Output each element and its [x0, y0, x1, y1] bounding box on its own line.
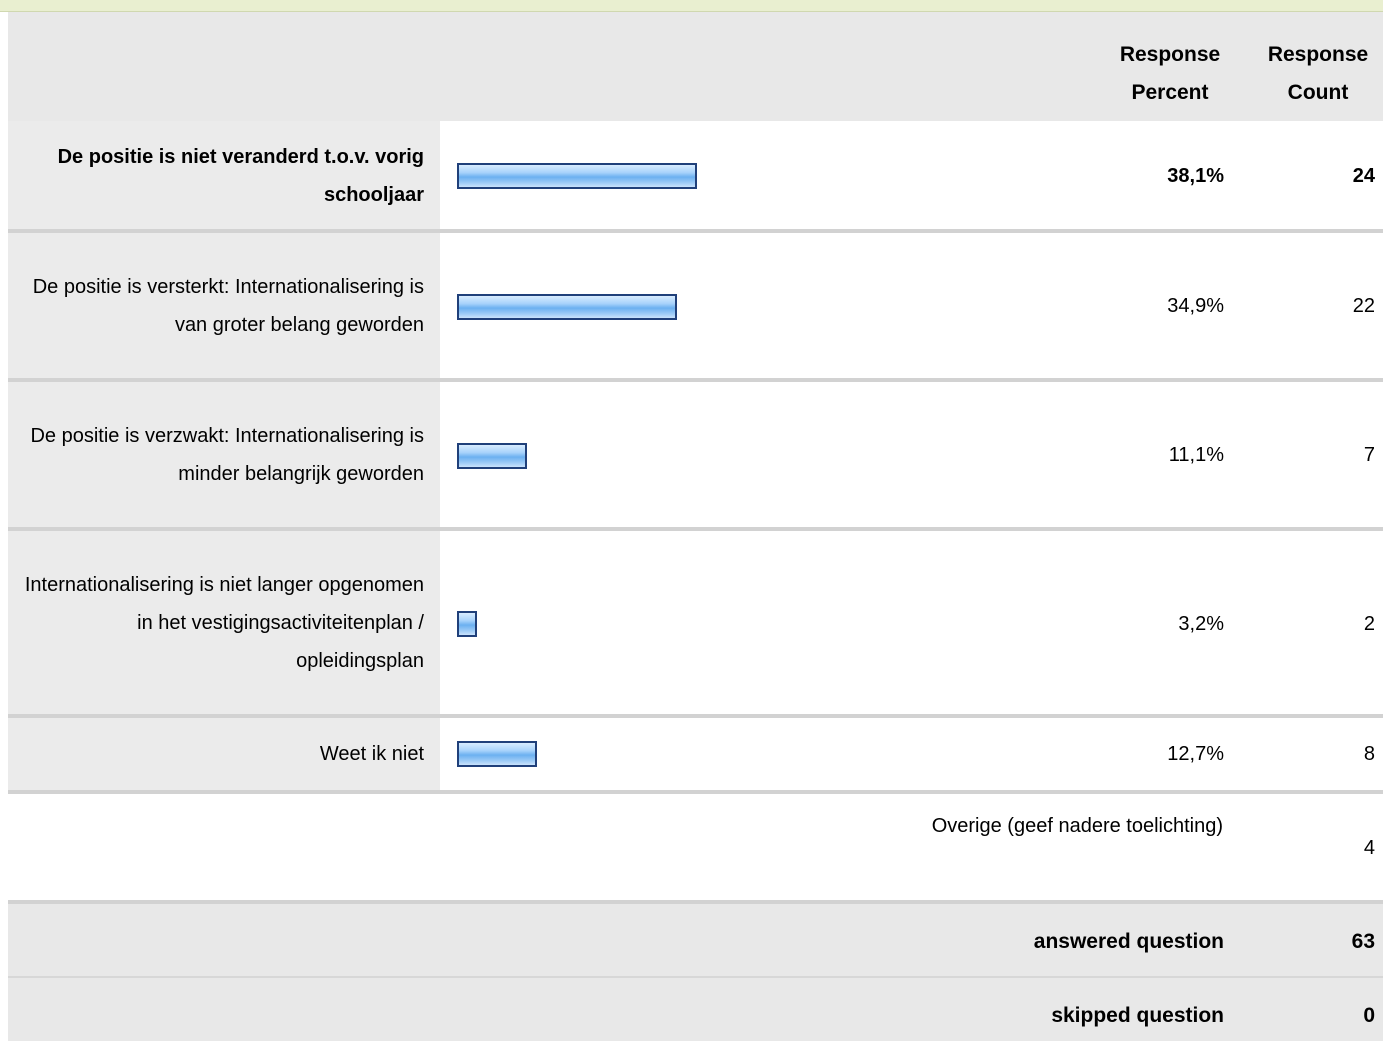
- top-band: [0, 0, 1383, 12]
- table-row: Weet ik niet 12,7% 8: [8, 718, 1383, 790]
- skipped-label: skipped question: [1051, 1004, 1224, 1027]
- row-divider: [8, 790, 1383, 794]
- table-row: De positie is verzwakt: Internationalise…: [8, 382, 1383, 527]
- answer-label: De positie is versterkt: Internationalis…: [32, 276, 424, 336]
- skipped-row: skipped question 0: [8, 978, 1383, 1041]
- response-count-header: Response Count: [1267, 43, 1369, 104]
- response-bar: [457, 163, 697, 189]
- answer-label: Internationalisering is niet langer opge…: [24, 574, 424, 672]
- table-row: De positie is versterkt: Internationalis…: [8, 233, 1383, 379]
- response-count: 22: [1352, 295, 1375, 317]
- response-percent: 38,1%: [1167, 165, 1224, 187]
- response-bar: [457, 443, 527, 469]
- answered-row: answered question 63: [8, 904, 1383, 976]
- answered-label: answered question: [1033, 930, 1224, 953]
- survey-results: Response Percent Response Count De posit…: [0, 0, 1383, 1041]
- response-bar: [457, 294, 677, 320]
- response-bar: [457, 741, 537, 767]
- response-percent: 3,2%: [1178, 613, 1224, 635]
- response-bar: [457, 611, 477, 637]
- response-count: 2: [1363, 613, 1375, 635]
- answer-label: Weet ik niet: [319, 743, 424, 765]
- response-count: 24: [1352, 165, 1375, 187]
- response-percent-header: Response Percent: [1119, 43, 1221, 104]
- table-row: De positie is niet veranderd t.o.v. vori…: [8, 121, 1383, 231]
- other-count: 4: [1363, 837, 1375, 859]
- response-percent: 11,1%: [1168, 444, 1224, 466]
- answer-label: De positie is niet veranderd t.o.v. vori…: [57, 146, 424, 206]
- response-count: 7: [1363, 444, 1375, 466]
- response-percent: 34,9%: [1167, 295, 1224, 317]
- table-header: Response Percent Response Count: [8, 12, 1383, 121]
- answer-label: De positie is verzwakt: Internationalise…: [30, 424, 424, 485]
- other-label: Overige (geef nadere toelichting): [931, 815, 1223, 837]
- response-percent: 12,7%: [1167, 743, 1224, 765]
- table-row: Internationalisering is niet langer opge…: [8, 531, 1383, 715]
- response-count: 8: [1363, 743, 1375, 765]
- answered-value: 63: [1351, 930, 1375, 953]
- skipped-value: 0: [1363, 1004, 1375, 1027]
